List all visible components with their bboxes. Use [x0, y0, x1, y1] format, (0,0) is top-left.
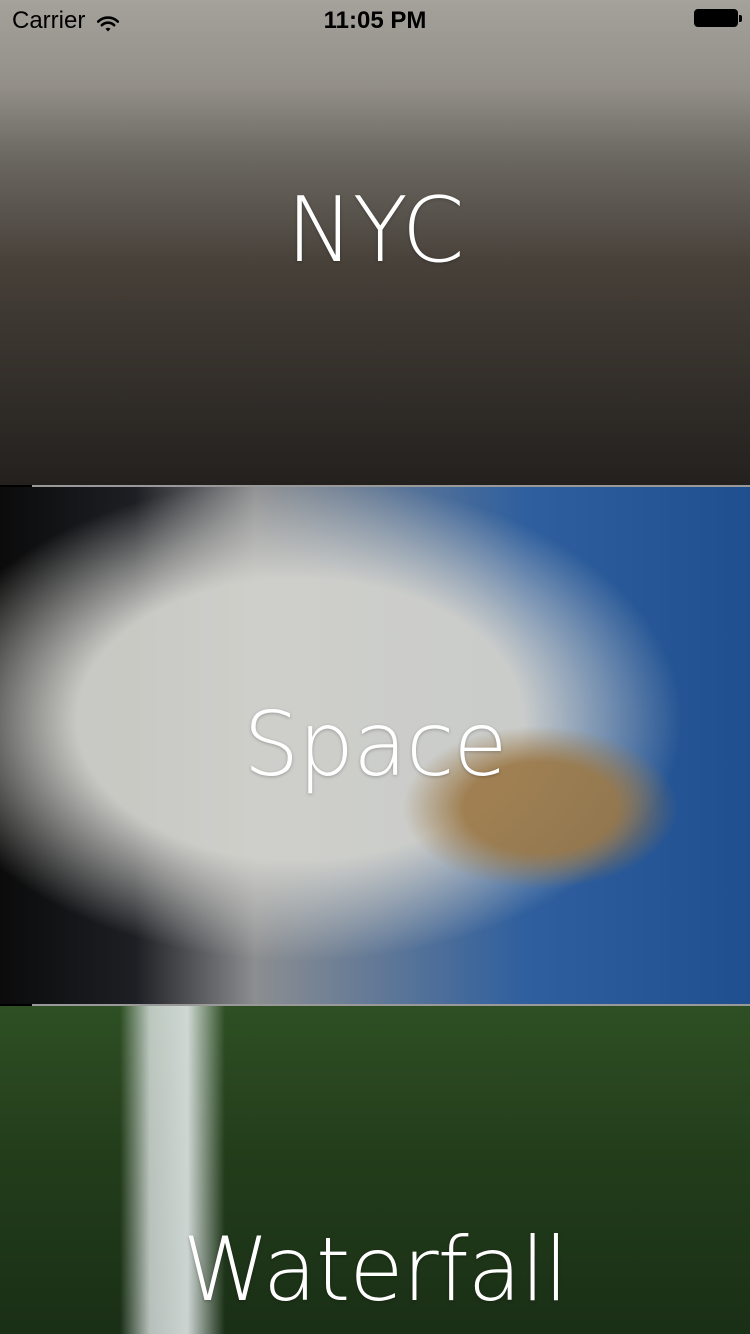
clock: 11:05 PM: [323, 7, 427, 34]
battery-icon: [694, 9, 742, 27]
row-separator: [32, 1004, 750, 1006]
status-bar: Carrier 11:05 PM: [0, 0, 750, 40]
row-space[interactable]: Space: [0, 487, 750, 1004]
row-label-nyc: NYC: [286, 178, 464, 283]
screen: Carrier 11:05 PM NYC Space Waterfall: [0, 0, 750, 1334]
row-label-waterfall: Waterfall: [182, 1218, 569, 1321]
row-label-space: Space: [243, 693, 507, 796]
row-separator: [32, 485, 750, 487]
row-nyc[interactable]: NYC: [0, 0, 750, 485]
status-right: [694, 9, 742, 27]
row-waterfall[interactable]: Waterfall: [0, 1006, 750, 1334]
